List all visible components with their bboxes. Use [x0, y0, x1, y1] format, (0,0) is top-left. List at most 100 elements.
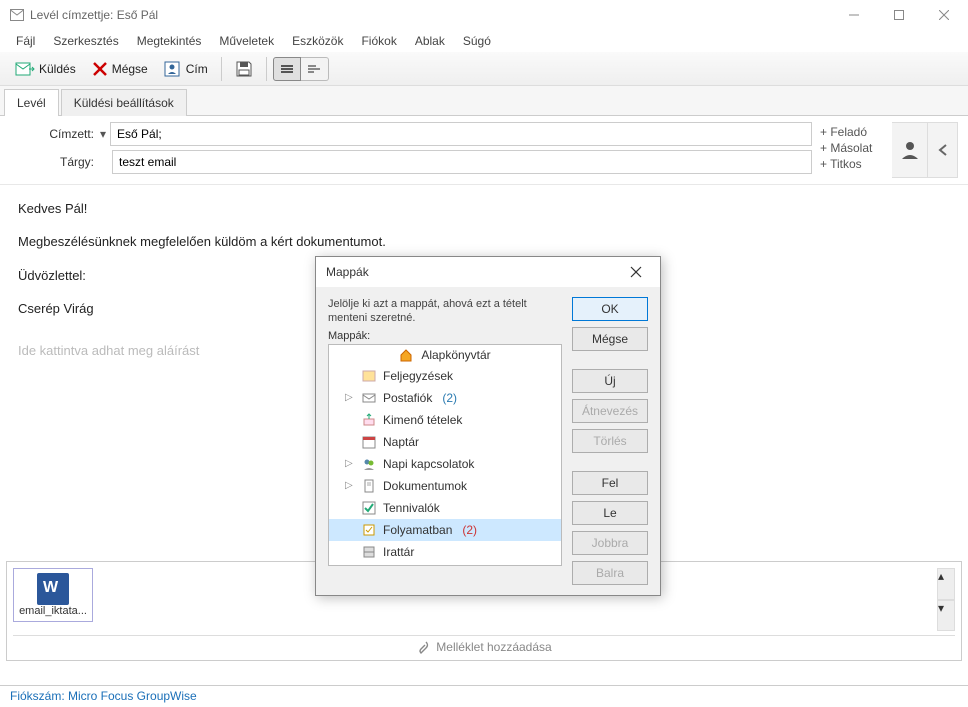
folders-dialog: Mappák Jelölje ki azt a mappát, ahová ez… [315, 256, 661, 596]
dialog-delete-button[interactable]: Törlés [572, 429, 648, 453]
expand-caret-icon[interactable]: ▷ [345, 389, 355, 407]
tab-send-options[interactable]: Küldési beállítások [61, 89, 187, 116]
tree-item[interactable]: Naptár [329, 431, 561, 453]
menu-window[interactable]: Ablak [407, 32, 453, 50]
attachment-item[interactable]: email_iktata... [13, 568, 93, 622]
dialog-cancel-button[interactable]: Mégse [572, 327, 648, 351]
attachment-scrollbar[interactable]: ▴ ▾ [937, 568, 955, 631]
folder-type-icon [361, 500, 377, 516]
cancel-button[interactable]: Mégse [85, 56, 155, 82]
tree-item[interactable]: ▷ Postafiók (2) [329, 387, 561, 409]
add-cc-link[interactable]: + Másolat [820, 140, 892, 156]
dialog-close-button[interactable] [622, 258, 650, 286]
body-line: Kedves Pál! [18, 197, 950, 220]
view-lines-alt-icon [306, 63, 322, 75]
tree-item[interactable]: ▷ Dokumentumok [329, 475, 561, 497]
tree-item[interactable]: Feljegyzések [329, 365, 561, 387]
address-icon [164, 60, 182, 78]
menu-view[interactable]: Megtekintés [129, 32, 210, 50]
to-label: Címzett: [10, 127, 100, 141]
tree-item-label: Dokumentumok [383, 477, 467, 495]
compose-tabs: Levél Küldési beállítások [0, 86, 968, 116]
add-bcc-link[interactable]: + Titkos [820, 156, 892, 172]
dialog-rename-button[interactable]: Átnevezés [572, 399, 648, 423]
scroll-down-button[interactable]: ▾ [937, 600, 955, 632]
close-button[interactable] [921, 0, 966, 30]
menu-accounts[interactable]: Fiókok [353, 32, 404, 50]
menu-bar: Fájl Szerkesztés Megtekintés Műveletek E… [0, 30, 968, 52]
tree-root[interactable]: Alapkönyvtár [329, 345, 561, 365]
send-button[interactable]: Küldés [8, 55, 83, 83]
dialog-field-label: Mappák: [328, 330, 562, 342]
expand-caret-icon[interactable]: ▷ [345, 455, 355, 473]
dialog-new-button[interactable]: Új [572, 369, 648, 393]
contact-picker-button[interactable] [892, 122, 928, 178]
tree-item[interactable]: Tennivalók [329, 497, 561, 519]
tab-mail[interactable]: Levél [4, 89, 59, 116]
folder-type-icon [361, 434, 377, 450]
folder-type-icon [361, 412, 377, 428]
menu-help[interactable]: Súgó [455, 32, 499, 50]
tree-item-count: (2) [442, 389, 457, 407]
folder-tree[interactable]: Alapkönyvtár Feljegyzések ▷ Postafiók (2) Ki… [328, 344, 562, 566]
tree-item[interactable]: Kimenő tételek [329, 409, 561, 431]
close-icon [630, 266, 642, 278]
menu-edit[interactable]: Szerkesztés [45, 32, 126, 50]
home-icon [399, 348, 413, 362]
menu-actions[interactable]: Műveletek [211, 32, 282, 50]
maximize-button[interactable] [876, 0, 921, 30]
tree-item-label: Napi kapcsolatok [383, 455, 474, 473]
add-attachment-button[interactable]: Melléklet hozzáadása [13, 635, 955, 654]
folder-type-icon [361, 544, 377, 560]
save-icon [235, 60, 253, 78]
tree-item-count: (3) [430, 565, 445, 566]
dialog-left-button[interactable]: Balra [572, 561, 648, 585]
folder-type-icon [361, 390, 377, 406]
tree-item-label: Folyamatban [383, 521, 452, 539]
menu-file[interactable]: Fájl [8, 32, 43, 50]
address-button[interactable]: Cím [157, 55, 215, 83]
dialog-ok-button[interactable]: OK [572, 297, 648, 321]
menu-tools[interactable]: Eszközök [284, 32, 351, 50]
tree-item[interactable]: Irattár [329, 541, 561, 563]
status-bar: Fiókszám: Micro Focus GroupWise [0, 685, 968, 707]
expand-header-button[interactable] [928, 122, 958, 178]
tree-item-label: Lomtár [383, 565, 420, 566]
word-doc-icon [37, 573, 69, 605]
dialog-title: Mappák [326, 265, 622, 279]
person-icon [899, 139, 921, 161]
save-button[interactable] [228, 55, 260, 83]
dialog-up-button[interactable]: Fel [572, 471, 648, 495]
subject-label: Tárgy: [10, 155, 100, 169]
view-html-button[interactable] [273, 57, 301, 81]
tree-item[interactable]: Folyamatban(2) [329, 519, 561, 541]
expand-caret-icon[interactable]: ▷ [345, 477, 355, 495]
tree-item-label: Feljegyzések [383, 367, 453, 385]
title-bar: Levél címzettje: Eső Pál [0, 0, 968, 30]
add-from-link[interactable]: + Feladó [820, 124, 892, 140]
view-plain-button[interactable] [301, 57, 329, 81]
add-recipient-fields: + Feladó + Másolat + Titkos [812, 122, 892, 178]
folder-type-icon [361, 368, 377, 384]
dialog-down-button[interactable]: Le [572, 501, 648, 525]
to-field[interactable] [110, 122, 812, 146]
folder-type-icon [361, 478, 377, 494]
to-dropdown-button[interactable]: ▾ [100, 127, 106, 141]
account-link[interactable]: Fiókszám: Micro Focus GroupWise [10, 689, 197, 703]
tree-item[interactable]: Lomtár (3) [329, 563, 561, 566]
folder-type-icon [361, 456, 377, 472]
attachment-filename: email_iktata... [19, 605, 87, 617]
tree-item-label: Postafiók [383, 389, 432, 407]
subject-field[interactable] [112, 150, 812, 174]
tree-item[interactable]: ▷ Napi kapcsolatok [329, 453, 561, 475]
toolbar: Küldés Mégse Cím [0, 52, 968, 86]
dialog-right-button[interactable]: Jobbra [572, 531, 648, 555]
tree-item-label: Kimenő tételek [383, 411, 462, 429]
minimize-button[interactable] [831, 0, 876, 30]
scroll-up-button[interactable]: ▴ [937, 568, 955, 600]
tree-item-label: Irattár [383, 543, 414, 561]
view-toggle-group [273, 57, 329, 81]
dialog-instruction: Jelölje ki azt a mappát, ahová ezt a tét… [328, 297, 562, 326]
tree-item-label: Naptár [383, 433, 419, 451]
folder-type-icon [361, 522, 377, 538]
